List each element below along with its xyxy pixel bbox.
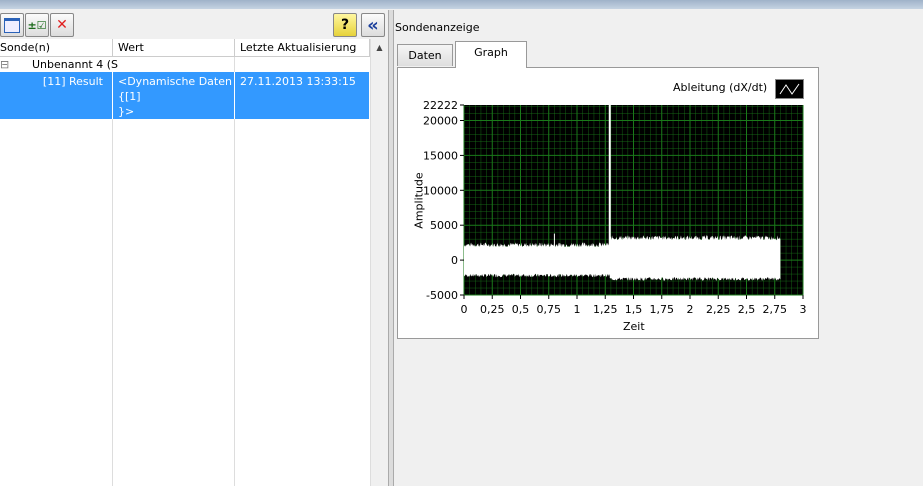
value-line: <Dynamische Daten: [118, 75, 232, 88]
panel-splitter[interactable]: [388, 10, 394, 486]
window-title-bar: [0, 0, 923, 9]
delete-probe-button[interactable]: ✕: [50, 13, 74, 37]
probe-name: [11] Result: [42, 75, 103, 88]
column-header-last-update[interactable]: Letzte Aktualisierung: [235, 39, 370, 57]
new-probe-button[interactable]: [0, 13, 24, 37]
double-chevron-left-icon: «: [367, 14, 379, 36]
new-window-icon: [4, 17, 20, 33]
help-button[interactable]: ?: [333, 13, 357, 37]
column-divider: [234, 57, 235, 486]
value-line: }>: [118, 105, 135, 118]
group-row[interactable]: ⊟ Unbenannt 4 (S: [0, 57, 118, 72]
add-checklist-icon: ±☑: [27, 18, 47, 32]
probe-display-title: Sondenanzeige: [395, 21, 480, 34]
group-label: Unbenannt 4 (S: [32, 58, 119, 71]
close-x-icon: ✕: [56, 17, 68, 33]
x-axis-label: Zeit: [623, 320, 645, 333]
column-divider: [112, 72, 113, 119]
add-probes-button[interactable]: ±☑: [25, 13, 49, 37]
help-icon: ?: [340, 17, 350, 33]
tab-daten[interactable]: Daten: [397, 44, 453, 66]
column-header-probes[interactable]: Sonde(n): [0, 39, 113, 57]
scroll-up-arrow-icon[interactable]: ▲: [371, 43, 388, 52]
tab-graph[interactable]: Graph: [455, 41, 527, 68]
last-update: 27.11.2013 13:33:15: [240, 75, 356, 88]
table-row[interactable]: [11] Result <Dynamische Daten {[1] }> 27…: [0, 72, 369, 119]
column-divider: [112, 57, 113, 486]
collapse-tree-icon[interactable]: ⊟: [0, 58, 9, 71]
y-axis-label: Amplitude: [412, 172, 426, 229]
value-line: {[1]: [118, 90, 141, 103]
vertical-scrollbar[interactable]: ▲: [370, 39, 388, 486]
collapse-button[interactable]: «: [361, 13, 385, 37]
column-header-value[interactable]: Wert: [113, 39, 235, 57]
graph-panel: [397, 67, 819, 339]
column-divider: [234, 72, 235, 119]
legend-label: Ableitung (dX/dt): [673, 81, 768, 94]
legend-plot-icon[interactable]: [775, 79, 804, 99]
probe-table: Sonde(n) Wert Letzte Aktualisierung ⊟ Un…: [0, 39, 370, 486]
